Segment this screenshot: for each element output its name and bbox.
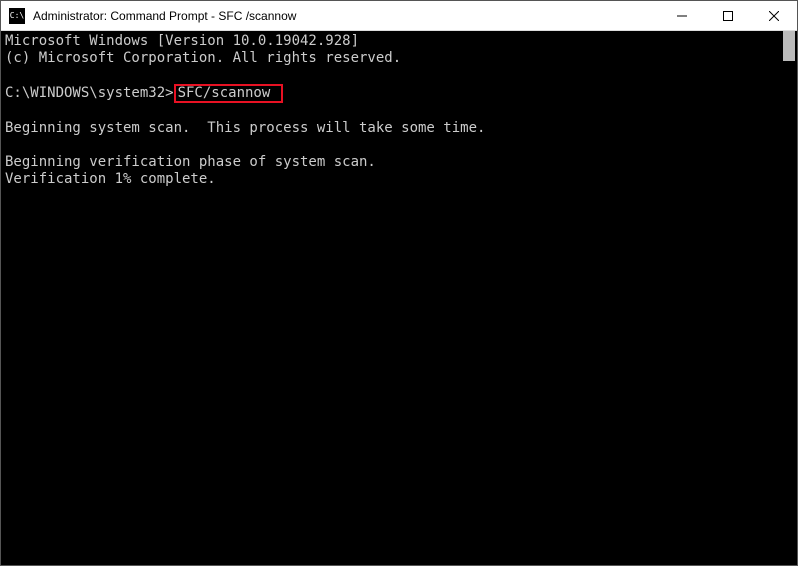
close-button[interactable] bbox=[751, 1, 797, 30]
maximize-icon bbox=[723, 11, 733, 21]
output-line: Verification 1% complete. bbox=[5, 171, 216, 187]
scrollbar[interactable] bbox=[781, 31, 797, 565]
command-prompt-window: C:\ Administrator: Command Prompt - SFC … bbox=[0, 0, 798, 566]
minimize-button[interactable] bbox=[659, 1, 705, 30]
scrollbar-thumb[interactable] bbox=[783, 31, 795, 61]
output-line: Beginning verification phase of system s… bbox=[5, 154, 376, 170]
window-controls bbox=[659, 1, 797, 30]
maximize-button[interactable] bbox=[705, 1, 751, 30]
terminal-area: Microsoft Windows [Version 10.0.19042.92… bbox=[1, 31, 797, 565]
window-title: Administrator: Command Prompt - SFC /sca… bbox=[33, 9, 659, 23]
command-highlight: SFC/scannow bbox=[174, 84, 283, 103]
titlebar: C:\ Administrator: Command Prompt - SFC … bbox=[1, 1, 797, 31]
prompt-prefix: C:\WINDOWS\system32> bbox=[5, 85, 174, 101]
output-line: Microsoft Windows [Version 10.0.19042.92… bbox=[5, 33, 359, 49]
cmd-icon: C:\ bbox=[9, 8, 25, 24]
output-line: (c) Microsoft Corporation. All rights re… bbox=[5, 50, 401, 66]
output-line: Beginning system scan. This process will… bbox=[5, 120, 485, 136]
close-icon bbox=[769, 11, 779, 21]
terminal-output[interactable]: Microsoft Windows [Version 10.0.19042.92… bbox=[1, 31, 781, 565]
minimize-icon bbox=[677, 11, 687, 21]
